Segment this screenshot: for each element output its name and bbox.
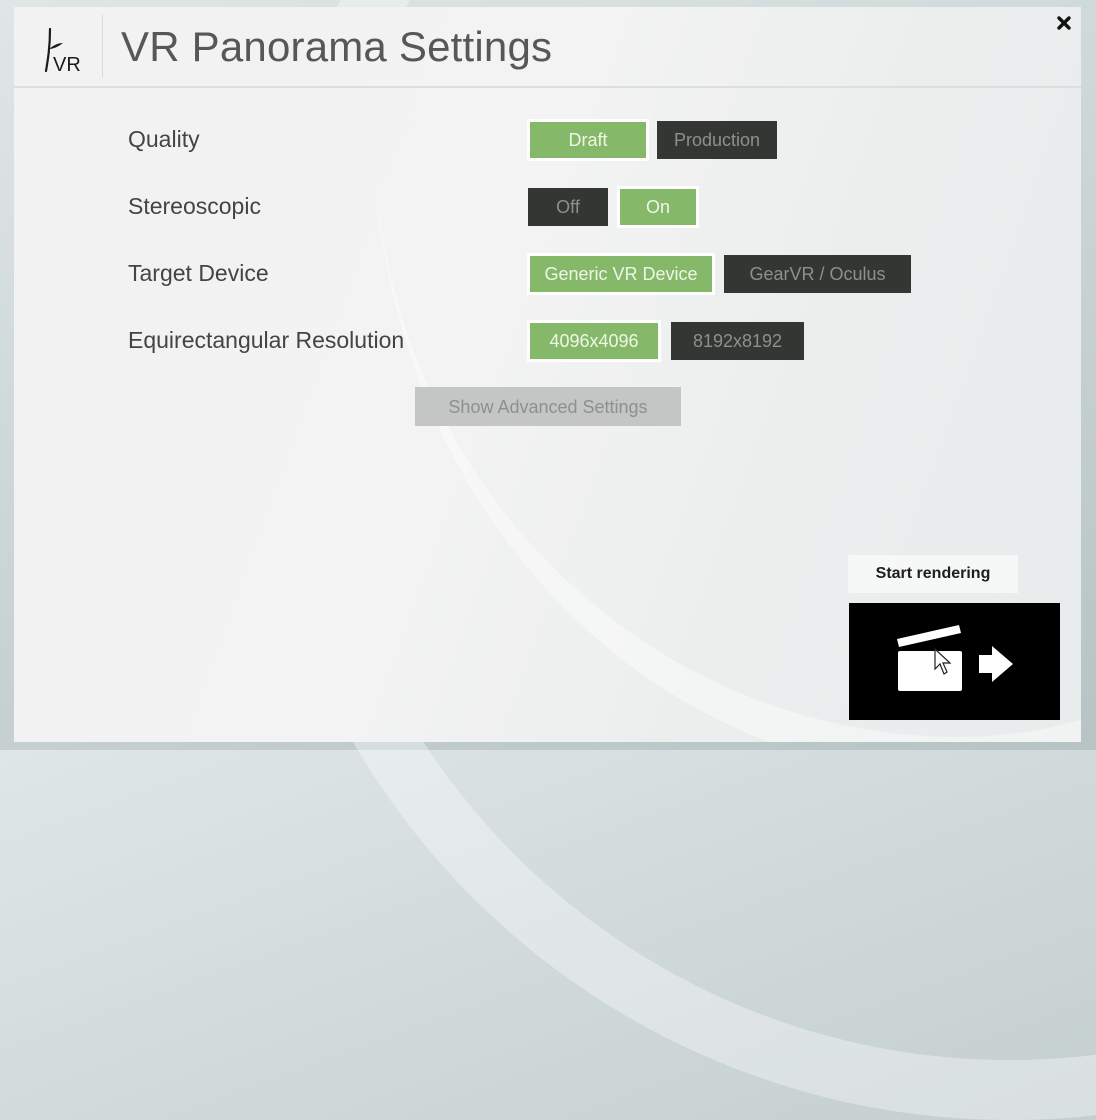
start-rendering-button[interactable] — [849, 603, 1060, 720]
settings-dialog: VR VR Panorama Settings Quality Draft Pr… — [14, 7, 1081, 742]
resolution-8192-button[interactable]: 8192x8192 — [671, 322, 804, 360]
target-device-generic-button[interactable]: Generic VR Device — [527, 253, 715, 295]
resolution-label: Equirectangular Resolution — [128, 327, 405, 353]
target-device-label: Target Device — [128, 260, 269, 286]
logo-divider — [102, 15, 103, 77]
dialog-title: VR Panorama Settings — [121, 23, 553, 70]
quality-label: Quality — [128, 126, 200, 152]
clapperboard-arrow-icon — [897, 625, 1013, 691]
logo-text: VR — [53, 54, 81, 75]
stereoscopic-label: Stereoscopic — [128, 193, 261, 219]
target-device-gearvr-button[interactable]: GearVR / Oculus — [724, 255, 911, 293]
stereoscopic-off-button[interactable]: Off — [528, 188, 608, 226]
show-advanced-settings-button[interactable]: Show Advanced Settings — [415, 387, 681, 426]
quality-production-button[interactable]: Production — [657, 121, 777, 159]
vr-logo-icon: VR — [44, 27, 81, 75]
quality-draft-button[interactable]: Draft — [527, 119, 649, 161]
start-rendering-label: Start rendering — [848, 555, 1018, 593]
stereoscopic-on-button[interactable]: On — [617, 186, 699, 228]
resolution-4096-button[interactable]: 4096x4096 — [527, 320, 661, 362]
close-icon[interactable] — [1056, 15, 1072, 31]
dialog-header: VR VR Panorama Settings — [14, 7, 1081, 88]
